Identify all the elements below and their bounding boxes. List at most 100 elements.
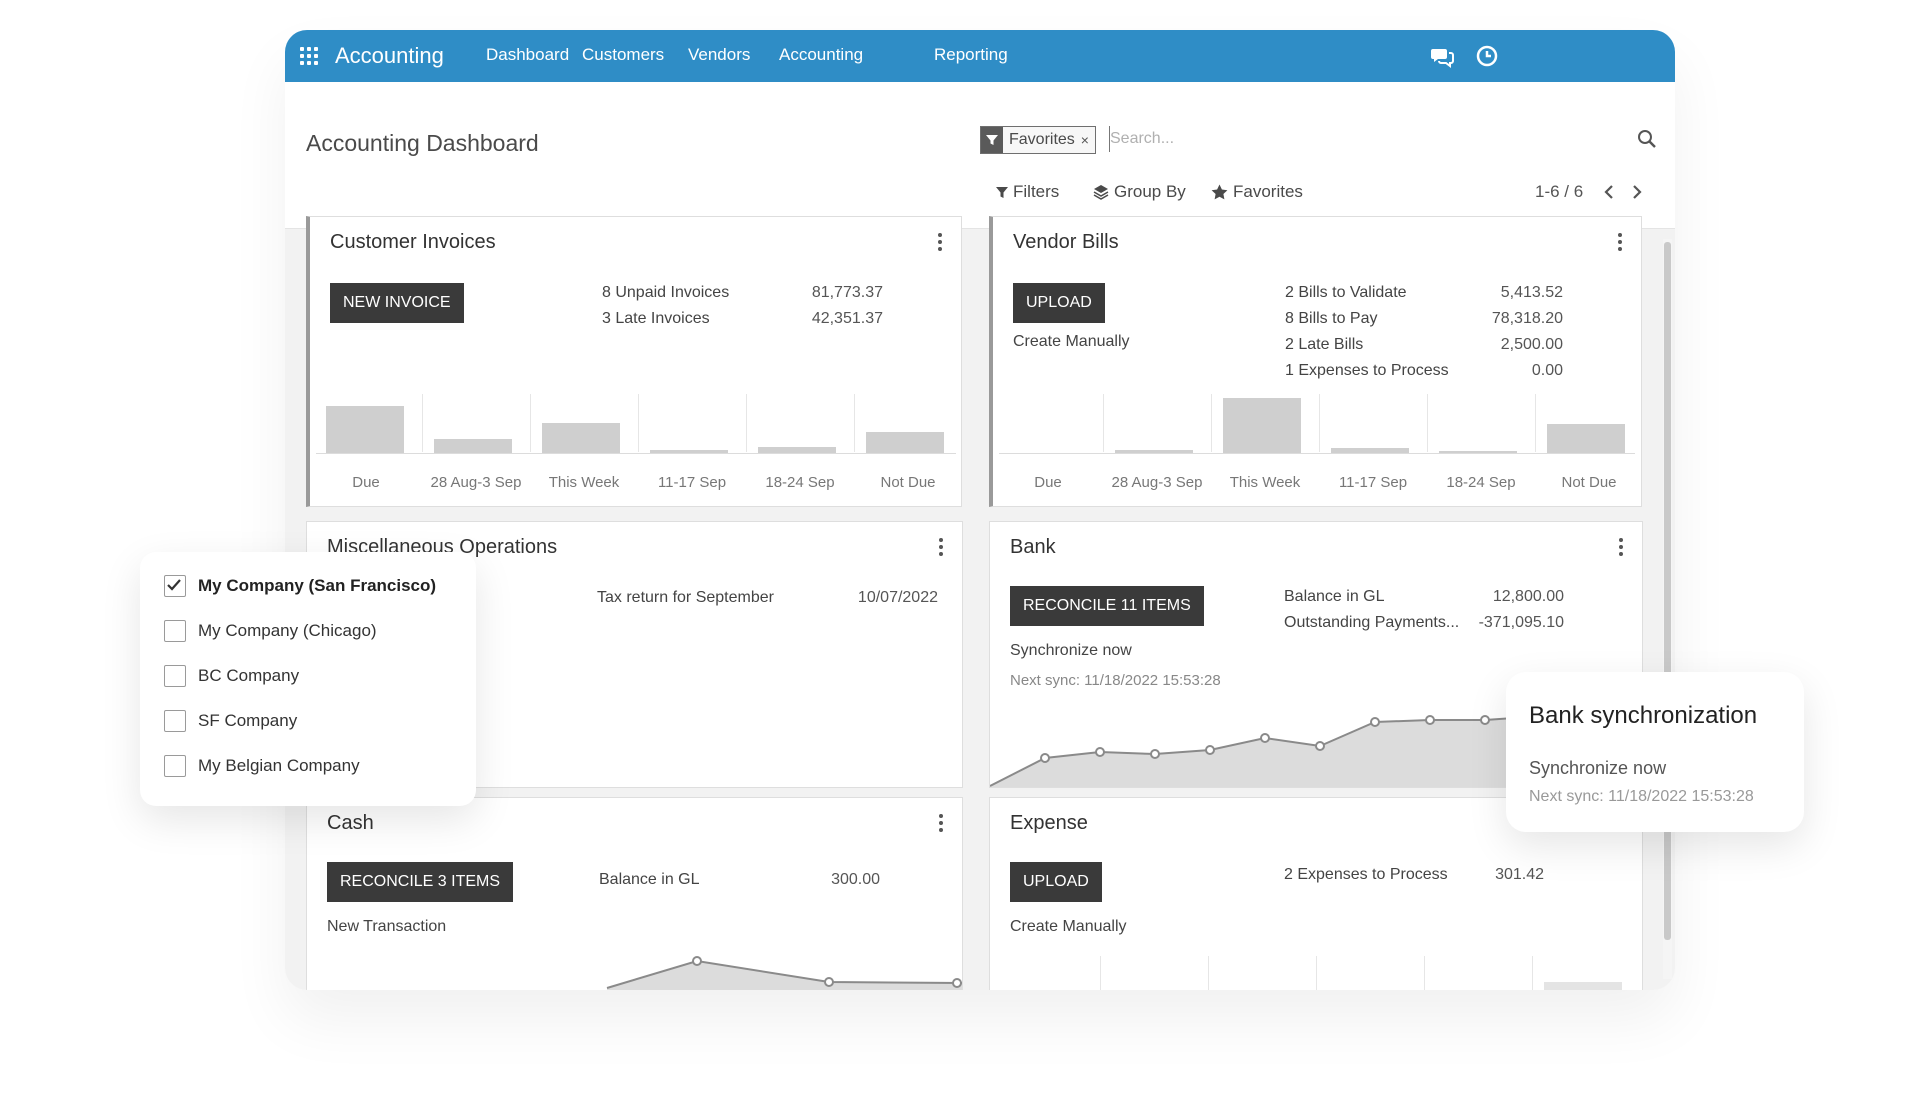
stat-value: 2,500.00: [1500, 336, 1563, 353]
app-brand[interactable]: Accounting: [335, 43, 444, 69]
create-manually-link[interactable]: Create Manually: [1013, 333, 1130, 351]
company-item-san-francisco[interactable]: My Company (San Francisco): [164, 575, 436, 597]
bar-label: 18-24 Sep: [1446, 474, 1516, 491]
clock-icon[interactable]: [1475, 44, 1499, 68]
bank-sync-popup: Bank synchronization Synchronize now Nex…: [1506, 672, 1804, 832]
new-transaction-link[interactable]: New Transaction: [327, 918, 446, 936]
company-switcher: My Company (San Francisco) My Company (C…: [140, 552, 476, 806]
company-item-belgian[interactable]: My Belgian Company: [164, 755, 360, 777]
bills-bar-chart[interactable]: Due 28 Aug-3 Sep This Week 11-17 Sep 18-…: [993, 386, 1641, 506]
stat-bills-to-validate[interactable]: 2 Bills to Validate: [1285, 284, 1407, 302]
kebab-menu-icon[interactable]: [1617, 233, 1623, 251]
chat-icon[interactable]: [1430, 44, 1454, 68]
checkbox-checked[interactable]: [164, 575, 186, 597]
company-item-chicago[interactable]: My Company (Chicago): [164, 620, 377, 642]
facet-remove-icon[interactable]: ×: [1080, 127, 1095, 153]
bar-label: Due: [352, 474, 380, 491]
check-icon: [167, 579, 181, 591]
menu-vendors[interactable]: Vendors: [688, 45, 750, 65]
kebab-menu-icon[interactable]: [1618, 538, 1624, 556]
filters-button[interactable]: Filters: [996, 182, 1059, 202]
scrollbar-thumb[interactable]: [1664, 242, 1671, 940]
kebab-menu-icon[interactable]: [937, 233, 943, 251]
stat-value: 12,800.00: [1492, 588, 1564, 605]
synchronize-now-link[interactable]: Synchronize now: [1010, 642, 1132, 660]
menu-accounting[interactable]: Accounting: [779, 45, 863, 65]
checkbox[interactable]: [164, 710, 186, 732]
stat-value: 5,413.52: [1500, 284, 1563, 301]
bar-this-week[interactable]: [1223, 398, 1301, 453]
apps-grid-icon[interactable]: [300, 47, 318, 65]
next-sync-text: Next sync: 11/18/2022 15:53:28: [1529, 788, 1754, 805]
stat-balance-in-gl[interactable]: Balance in GL: [599, 871, 700, 889]
chevron-right-icon[interactable]: [1630, 183, 1644, 201]
search-facet[interactable]: Favorites ×: [980, 126, 1096, 154]
company-item-sf[interactable]: SF Company: [164, 710, 297, 732]
reconcile-items-button[interactable]: RECONCILE 11 ITEMS: [1010, 586, 1204, 626]
invoice-bar-chart[interactable]: Due 28 Aug-3 Sep This Week 11-17 Sep 18-…: [310, 386, 961, 506]
stat-value: 301.42: [1495, 866, 1544, 883]
card-title: Customer Invoices: [330, 231, 496, 253]
stat-outstanding-payments[interactable]: Outstanding Payments...: [1284, 614, 1459, 632]
card-title: Bank: [1010, 536, 1056, 558]
chevron-left-icon[interactable]: [1602, 183, 1616, 201]
search-input[interactable]: [1109, 126, 1630, 152]
checkbox[interactable]: [164, 665, 186, 687]
star-icon: [1211, 184, 1228, 200]
top-navbar: Accounting Dashboard Customers Vendors A…: [285, 30, 1675, 82]
company-label: SF Company: [198, 711, 298, 730]
menu-dashboard[interactable]: Dashboard: [486, 45, 569, 65]
company-item-bc[interactable]: BC Company: [164, 665, 299, 687]
filters-label: Filters: [1013, 182, 1060, 201]
checkbox[interactable]: [164, 620, 186, 642]
stat-bills-to-pay[interactable]: 8 Bills to Pay: [1285, 310, 1377, 328]
expense-bar-chart[interactable]: [990, 948, 1642, 990]
control-panel: Accounting Dashboard Favorites × Filters…: [285, 82, 1675, 229]
company-label: My Belgian Company: [198, 756, 360, 775]
kebab-menu-icon[interactable]: [938, 814, 944, 832]
page-title: Accounting Dashboard: [306, 130, 539, 156]
stat-balance-in-gl[interactable]: Balance in GL: [1284, 588, 1385, 606]
search-icon[interactable]: [1637, 129, 1657, 149]
stat-value: -371,095.10: [1478, 614, 1564, 631]
tax-return-item[interactable]: Tax return for September: [597, 589, 774, 607]
app-window: Accounting Dashboard Customers Vendors A…: [285, 30, 1675, 990]
groupby-button[interactable]: Group By: [1093, 182, 1186, 202]
bar-label: 18-24 Sep: [765, 474, 835, 491]
stat-unpaid-invoices[interactable]: 8 Unpaid Invoices: [602, 284, 729, 302]
stat-value: 78,318.20: [1491, 310, 1563, 327]
menu-customers[interactable]: Customers: [582, 45, 664, 65]
bar[interactable]: [1544, 982, 1622, 990]
stat-expenses-to-process[interactable]: 1 Expenses to Process: [1285, 362, 1449, 380]
synchronize-now-link[interactable]: Synchronize now: [1529, 758, 1666, 779]
bar-not-due[interactable]: [866, 432, 944, 453]
stat-late-bills[interactable]: 2 Late Bills: [1285, 336, 1363, 354]
company-label: My Company (Chicago): [198, 621, 377, 640]
favorites-button[interactable]: Favorites: [1211, 182, 1303, 202]
stat-value: 0.00: [1531, 362, 1563, 379]
stat-value: 42,351.37: [811, 310, 883, 327]
reconcile-items-button[interactable]: RECONCILE 3 ITEMS: [327, 862, 514, 902]
create-manually-link[interactable]: Create Manually: [1010, 918, 1127, 936]
menu-reporting[interactable]: Reporting: [934, 45, 1008, 65]
bar-label: Not Due: [1561, 474, 1617, 491]
bar-label: 11-17 Sep: [1338, 474, 1408, 491]
bar-label: 11-17 Sep: [657, 474, 727, 491]
new-invoice-button[interactable]: NEW INVOICE: [330, 283, 464, 323]
stat-late-invoices[interactable]: 3 Late Invoices: [602, 310, 710, 328]
upload-button[interactable]: UPLOAD: [1010, 862, 1102, 902]
filter-icon: [981, 127, 1003, 153]
pager-value[interactable]: 1-6 / 6: [1535, 182, 1583, 202]
bar-label: 28 Aug-3 Sep: [1111, 474, 1203, 491]
upload-button[interactable]: UPLOAD: [1013, 283, 1105, 323]
bar-28aug-3sep[interactable]: [434, 439, 512, 453]
checkbox[interactable]: [164, 755, 186, 777]
bar-label: Due: [1034, 474, 1062, 491]
bar-this-week[interactable]: [542, 423, 620, 453]
bar-due[interactable]: [326, 406, 404, 453]
cash-balance-graph[interactable]: [307, 948, 962, 990]
bar-not-due[interactable]: [1547, 424, 1625, 453]
kebab-menu-icon[interactable]: [938, 538, 944, 556]
card-title: Vendor Bills: [1013, 231, 1119, 253]
stat-value: 300.00: [831, 871, 880, 888]
